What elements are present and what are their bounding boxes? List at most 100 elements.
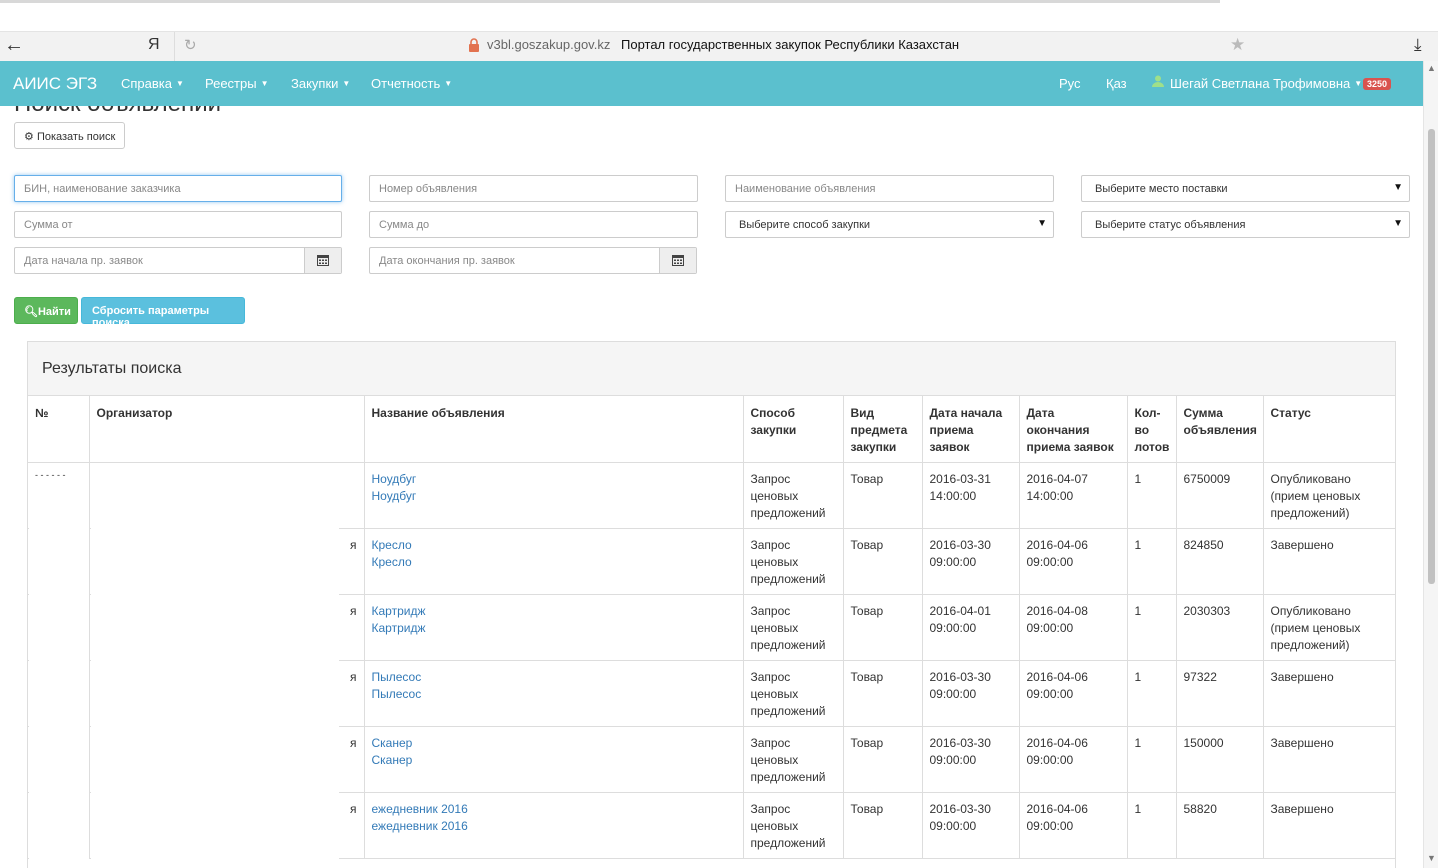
announcement-link[interactable]: ежедневник 2016 (372, 818, 736, 835)
user-icon (1152, 75, 1164, 87)
calendar-icon (317, 255, 329, 266)
brand-logo[interactable]: АИИС ЭГЗ (13, 74, 97, 94)
date-start-field (14, 247, 342, 274)
cell-status: Завершено (1262, 792, 1396, 859)
reload-icon[interactable]: ↻ (184, 36, 197, 54)
col-method-header[interactable]: Способ закупки (742, 396, 843, 463)
cell-name: Пылесос Пылесос (363, 660, 743, 727)
lang-kz-link[interactable]: Қаз (1106, 76, 1127, 91)
announcement-name-input[interactable] (725, 175, 1054, 202)
cell-sum: 150000 (1175, 726, 1263, 793)
cell-start: 2016-03-30 09:00:00 (921, 660, 1019, 727)
announcement-link[interactable]: Ноудбуг (372, 471, 736, 488)
menu-purchases[interactable]: Закупки ▼ (291, 76, 350, 91)
url-domain[interactable]: v3bl.goszakup.gov.kz (487, 37, 610, 52)
sum-to-input[interactable] (369, 211, 698, 238)
table-header-row: № Организатор Название объявления Способ… (28, 396, 1396, 463)
lang-ru-link[interactable]: Рус (1059, 76, 1081, 91)
caret-down-icon: ▼ (444, 79, 453, 88)
cell-name: Сканер Сканер (363, 726, 743, 793)
cell-status: Опубликовано (прием ценовых предложений) (1262, 594, 1396, 661)
notification-badge[interactable]: 3250 (1363, 78, 1392, 90)
redaction-mask (91, 467, 339, 868)
yandex-logo-icon[interactable]: Я (148, 36, 160, 54)
scrollbar-thumb[interactable] (1428, 129, 1435, 584)
purchase-method-value: Выберите способ закупки (739, 219, 871, 231)
date-end-input[interactable] (370, 248, 650, 273)
dropdown-arrow-icon: ▼ (1393, 182, 1403, 193)
sum-from-input[interactable] (14, 211, 342, 238)
gear-icon: ⚙ (24, 131, 34, 143)
announcement-number-input[interactable] (369, 175, 698, 202)
redaction-mask (29, 482, 89, 868)
scroll-up-icon[interactable]: ▲ (1427, 63, 1436, 73)
announcement-link[interactable]: Сканер (372, 735, 736, 752)
scroll-down-icon[interactable]: ▼ (1427, 853, 1436, 863)
url-page-title[interactable]: Портал государственных закупок Республик… (621, 37, 959, 52)
cell-sum: 97322 (1175, 660, 1263, 727)
date-end-field (369, 247, 697, 274)
cell-method: Запрос ценовых предложений (742, 726, 843, 793)
menu-registries[interactable]: Реестры ▼ (205, 76, 269, 91)
announcement-link[interactable]: Сканер (372, 752, 736, 769)
cell-start: 2016-04-01 09:00:00 (921, 594, 1019, 661)
cell-lots: 1 (1126, 462, 1176, 529)
announcement-link[interactable]: Пылесос (372, 686, 736, 703)
col-name-header[interactable]: Название объявления (363, 396, 743, 463)
announcement-link[interactable]: Ноудбуг (372, 488, 736, 505)
back-arrow-icon[interactable]: ← (4, 34, 24, 57)
menu-reports[interactable]: Отчетность ▼ (371, 76, 452, 91)
col-status-header[interactable]: Статус (1262, 396, 1396, 463)
col-organizer-header[interactable]: Организатор (88, 396, 364, 463)
find-button[interactable]: 🔍︎Найти (14, 297, 78, 324)
announcement-link[interactable]: Пылесос (372, 669, 736, 686)
col-lots-header[interactable]: Кол-во лотов (1126, 396, 1176, 463)
cell-name: Кресло Кресло (363, 528, 743, 595)
status-select[interactable]: Выберите статус объявления ▼ (1081, 211, 1410, 238)
cell-end: 2016-04-07 14:00:00 (1018, 462, 1127, 529)
calendar-button[interactable] (304, 248, 341, 273)
page-title: Поиск объявлений (14, 106, 221, 118)
menu-help[interactable]: Справка ▼ (121, 76, 184, 91)
cell-kind: Товар (842, 462, 922, 529)
caret-down-icon: ▼ (176, 79, 184, 88)
cell-start: 2016-03-31 14:00:00 (921, 462, 1019, 529)
col-number-header[interactable]: № (28, 396, 89, 463)
menu-registries-label: Реестры (205, 76, 257, 91)
cell-method: Запрос ценовых предложений (742, 462, 843, 529)
show-search-label: Показать поиск (36, 131, 116, 143)
announcement-link[interactable]: Кресло (372, 537, 736, 554)
customer-search-input[interactable] (14, 175, 342, 202)
reset-search-button[interactable]: Сбросить параметры поиска (81, 297, 245, 329)
page-scrollbar[interactable]: ▲ ▼ (1423, 61, 1438, 868)
status-value: Выберите статус объявления (1095, 219, 1246, 231)
cell-lots: 1 (1126, 594, 1176, 661)
cell-method: Запрос ценовых предложений (742, 660, 843, 727)
date-start-input[interactable] (15, 248, 295, 273)
user-menu[interactable]: Шегай Светлана Трофимовна ▼ (1170, 76, 1362, 91)
calendar-icon (672, 255, 684, 266)
cell-status: Завершено (1262, 660, 1396, 727)
col-kind-header[interactable]: Вид предмета закупки (842, 396, 922, 463)
announcement-link[interactable]: Картридж (372, 620, 736, 637)
col-sum-header[interactable]: Сумма объявления (1175, 396, 1263, 463)
announcement-link[interactable]: ежедневник 2016 (372, 801, 736, 818)
announcement-link[interactable]: Кресло (372, 554, 736, 571)
delivery-place-select[interactable]: Выберите место поставки ▼ (1081, 175, 1410, 202)
calendar-button[interactable] (659, 248, 696, 273)
announcement-link[interactable]: Картридж (372, 603, 736, 620)
show-search-button[interactable]: ⚙ Показать поиск (14, 122, 125, 149)
bookmark-star-icon[interactable]: ★ (1230, 35, 1245, 55)
user-name: Шегай Светлана Трофимовна (1170, 76, 1351, 91)
cell-kind: Товар (842, 726, 922, 793)
download-icon[interactable]: ⤓ (1414, 35, 1422, 55)
purchase-method-select[interactable]: Выберите способ закупки ▼ (725, 211, 1054, 238)
results-panel: Результаты поиска № Организатор Название… (27, 341, 1396, 868)
col-start-date-header[interactable]: Дата начала приема заявок (921, 396, 1019, 463)
cell-start: 2016-03-30 09:00:00 (921, 792, 1019, 859)
cell-kind: Товар (842, 792, 922, 859)
cell-lots: 1 (1126, 528, 1176, 595)
cell-method: Запрос ценовых предложений (742, 594, 843, 661)
col-end-date-header[interactable]: Дата окончания приема заявок (1018, 396, 1127, 463)
cell-method: Запрос ценовых предложений (742, 528, 843, 595)
